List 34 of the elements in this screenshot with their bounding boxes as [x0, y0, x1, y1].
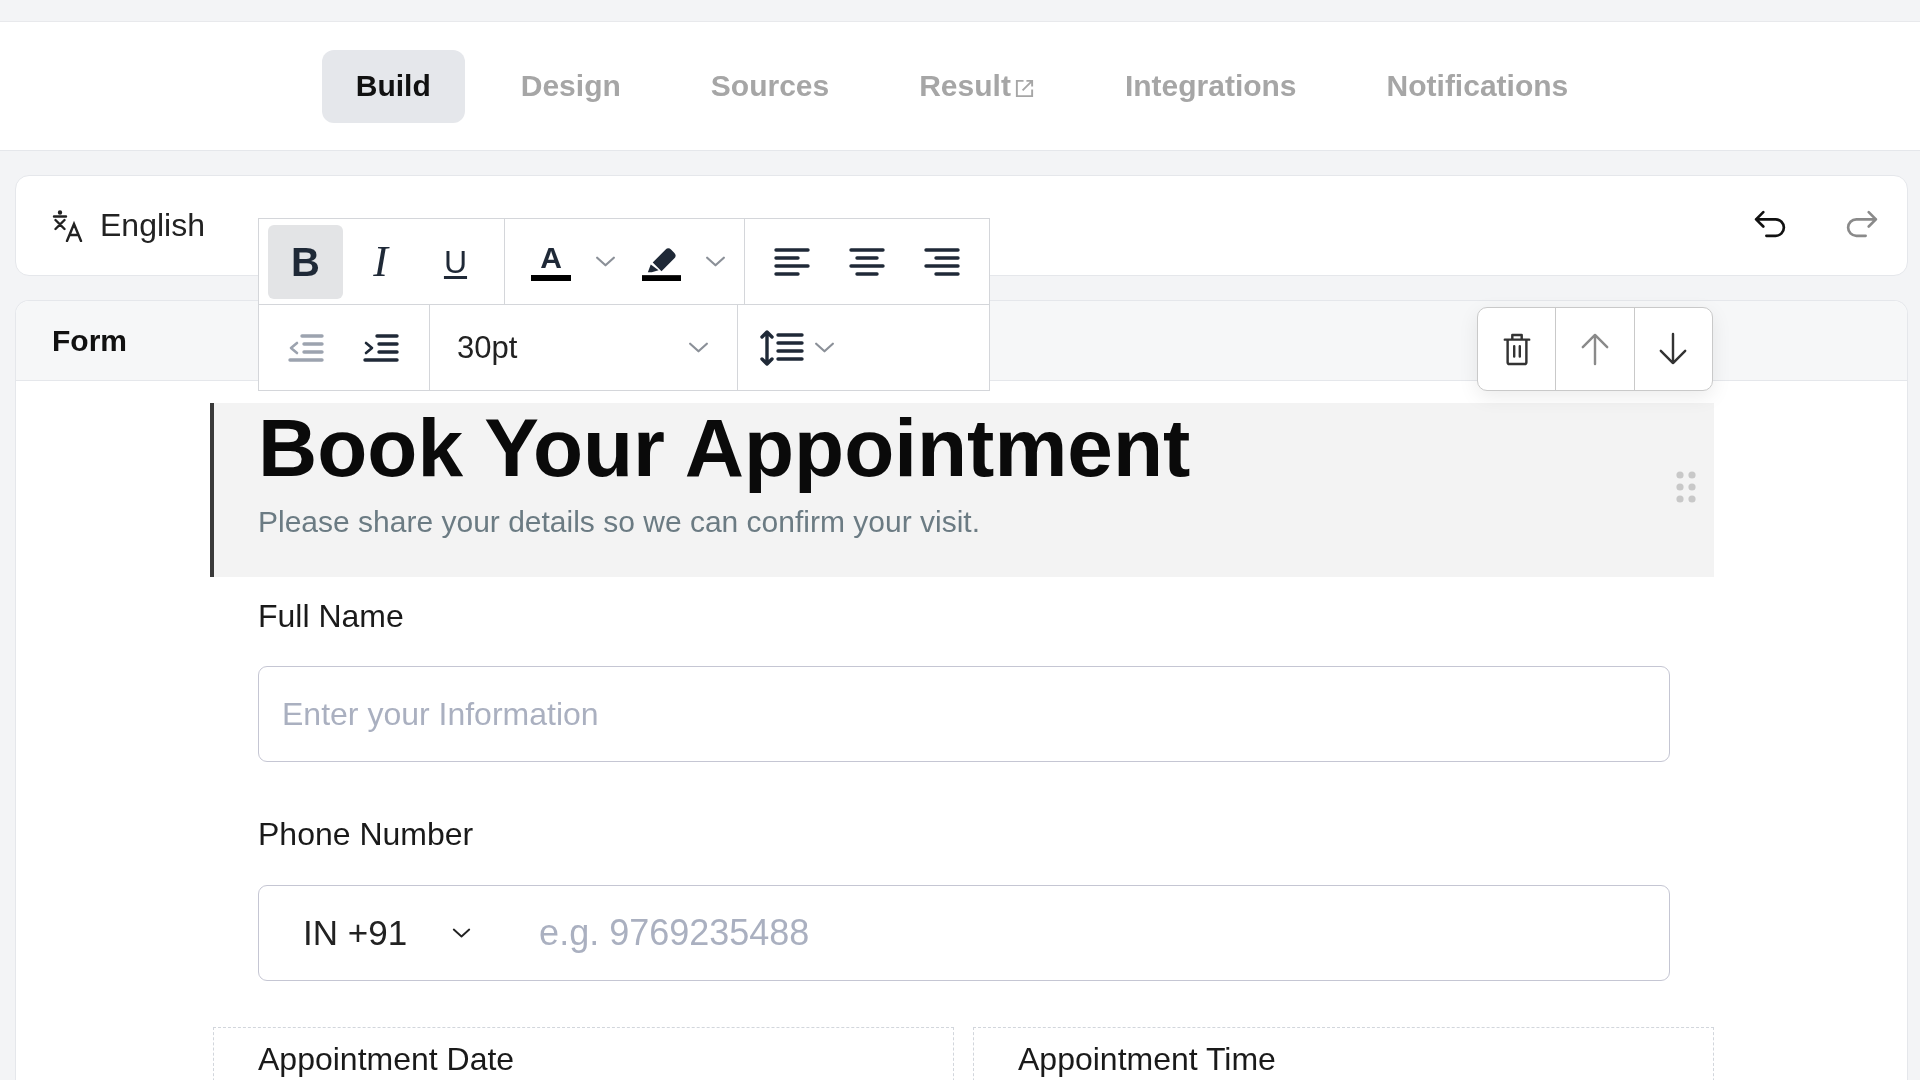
arrow-down-icon [1658, 332, 1689, 366]
outdent-icon [287, 332, 324, 363]
form-subtitle: Please share your details so we can confirm your visit. [258, 504, 981, 540]
italic-button[interactable]: I [343, 224, 418, 299]
caret-icon [451, 927, 473, 939]
drag-handle-icon[interactable] [1676, 471, 1696, 503]
line-spacing-icon [760, 328, 804, 367]
indent-icon [362, 332, 399, 363]
country-select[interactable]: IN +91 [303, 913, 473, 953]
form-title: Form [52, 323, 127, 358]
language-selector[interactable]: English [51, 207, 205, 244]
caret-icon [594, 255, 617, 268]
form-heading: Book Your Appointment [258, 403, 1192, 493]
text-input-field[interactable]: Enter your Information [258, 666, 1670, 762]
underline-button[interactable]: U [418, 224, 493, 299]
align-right-icon [923, 246, 960, 277]
field-label: Appointment Time [1018, 1041, 1276, 1077]
phone-field[interactable]: IN +91 e.g. 9769235488 [258, 885, 1670, 981]
field-label: Appointment Date [258, 1041, 515, 1077]
arrow-up-icon [1580, 332, 1610, 366]
text-color-button[interactable]: A [531, 224, 617, 299]
caret-icon [813, 341, 836, 354]
align-center-icon [848, 246, 885, 277]
heading-block[interactable]: Book Your Appointment Please share your details so we can confirm your visit. [210, 403, 1714, 577]
align-left-icon [773, 246, 810, 277]
bold-button[interactable]: B [268, 224, 343, 299]
caret-icon [704, 255, 727, 268]
field-label: Full Name [258, 597, 404, 635]
translate-icon [51, 209, 83, 242]
tab[interactable]: Build [321, 49, 465, 123]
font-size-select[interactable]: 30pt [457, 310, 710, 385]
trash-icon [1501, 332, 1532, 366]
field-label: Phone Number [258, 815, 474, 853]
caret-icon [687, 341, 710, 354]
